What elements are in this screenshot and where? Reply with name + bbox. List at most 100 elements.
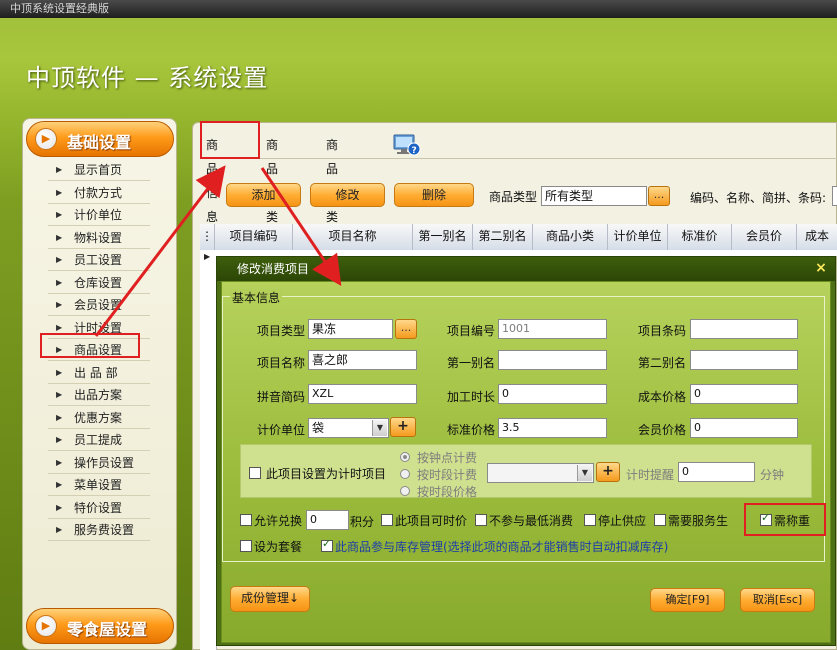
col-alias1[interactable]: 第一别名	[413, 224, 473, 250]
sidebar-item-output-plan[interactable]: ▶ 出品方案	[48, 384, 150, 406]
chevron-right-icon: ▶	[56, 210, 63, 219]
sidebar-item-menu-settings[interactable]: ▶ 菜单设置	[48, 474, 150, 496]
sidebar-footer-snack-settings[interactable]: ▶ 零食屋设置	[26, 608, 174, 644]
chevron-right-icon: ▶	[56, 165, 63, 174]
product-type-field[interactable]: 所有类型	[541, 186, 647, 206]
sidebar-item-special-price-settings[interactable]: ▶ 特价设置	[48, 497, 150, 519]
monitor-help-icon[interactable]: ?	[392, 132, 422, 158]
sidebar-item-member-settings[interactable]: ▶ 会员设置	[48, 294, 150, 316]
timing-reminder-field[interactable]: 0	[678, 462, 755, 482]
sidebar-item-pricing-units[interactable]: ▶ 计价单位	[48, 204, 150, 226]
radio-by-hour[interactable]	[400, 452, 410, 462]
sidebar-item-show-home[interactable]: ▶ 显示首页	[48, 159, 150, 181]
item-name-label: 项目名称	[257, 356, 306, 370]
chevron-right-icon: ▶	[56, 232, 63, 242]
sidebar-item-operator-settings[interactable]: ▶ 操作员设置	[48, 452, 150, 474]
search-input[interactable]	[832, 186, 837, 206]
col-alias2[interactable]: 第二别名	[473, 224, 533, 250]
dialog-title: 修改消费项目	[217, 257, 835, 281]
add-unit-button[interactable]: +	[390, 417, 416, 437]
sidebar-item-discount-plan[interactable]: ▶ 优惠方案	[48, 407, 150, 429]
col-std-price[interactable]: 标准价	[668, 224, 732, 250]
product-type-label: 商品类型	[489, 190, 538, 204]
alias1-field[interactable]	[498, 350, 607, 370]
tab-product-category[interactable]: 商品大类	[262, 133, 282, 224]
chevron-right-icon: ▶	[56, 480, 63, 489]
sidebar-item-staff-commission[interactable]: ▶ 员工提成	[48, 429, 150, 451]
alias1-label: 第一别名	[447, 356, 496, 370]
set-meal-checkbox[interactable]	[240, 540, 252, 552]
ok-button[interactable]: 确定[F9]	[650, 588, 725, 612]
sidebar-item-staff-settings[interactable]: ▶ 员工设置	[48, 249, 150, 271]
stop-supply-checkbox[interactable]	[584, 514, 596, 526]
sidebar-item-label: 计价单位	[74, 208, 123, 222]
points-label: 积分	[350, 515, 375, 529]
sidebar-item-label: 会员设置	[74, 298, 123, 312]
sidebar-header-basic-settings[interactable]: ▶ 基础设置	[26, 121, 174, 157]
col-member-price[interactable]: 会员价	[732, 224, 797, 250]
pinyin-field[interactable]: XZL	[308, 384, 417, 404]
member-price-field[interactable]: 0	[690, 418, 798, 438]
barcode-field[interactable]	[690, 319, 798, 339]
chevron-right-icon: ▶	[56, 300, 63, 309]
tab-product-subcategory[interactable]: 商品小类	[322, 133, 342, 224]
search-label: 编码、名称、简拼、条码:	[690, 191, 827, 205]
sidebar-item-label: 付款方式	[74, 185, 123, 200]
need-service-checkbox[interactable]	[654, 514, 666, 526]
add-button[interactable]: 添加	[226, 183, 301, 207]
radio-by-period[interactable]	[400, 469, 410, 479]
col-item-name[interactable]: 项目名称	[293, 224, 413, 250]
alias2-field[interactable]	[690, 350, 798, 370]
item-name-field[interactable]: 喜之郎	[308, 350, 417, 370]
delete-button[interactable]: 删除	[394, 183, 474, 207]
item-type-field[interactable]: 果冻	[308, 319, 393, 339]
inventory-label: 此商品参与库存管理(选择此项的商品才能销售时自动扣减库存)	[335, 540, 669, 554]
add-timing-period-button[interactable]: +	[596, 462, 620, 482]
item-no-field[interactable]: 1001	[498, 319, 607, 339]
process-time-label: 加工时长	[447, 390, 496, 404]
allow-exchange-label: 允许兑换	[254, 514, 303, 528]
no-min-consumption-checkbox[interactable]	[475, 514, 487, 526]
col-subcategory[interactable]: 商品小类	[533, 224, 608, 250]
timing-period-select[interactable]: ▼	[487, 463, 594, 483]
dialog-close-button[interactable]: ×	[813, 259, 829, 277]
std-price-label: 标准价格	[447, 423, 496, 437]
unit-select-value: 袋	[312, 421, 325, 435]
timing-item-checkbox[interactable]	[249, 467, 261, 479]
play-icon: ▶	[35, 128, 57, 150]
cost-price-field[interactable]: 0	[690, 384, 798, 404]
sidebar-item-output-dept[interactable]: ▶ 出 品 部	[48, 362, 150, 384]
barcode-label: 项目条码	[638, 324, 687, 338]
unit-select[interactable]: 袋 ▼	[308, 418, 389, 438]
component-management-button[interactable]: 成份管理↓	[230, 586, 310, 612]
time-price-checkbox[interactable]	[381, 514, 393, 526]
play-icon: ▶	[35, 615, 57, 637]
sidebar-item-warehouse-settings[interactable]: ▶ 仓库设置	[48, 272, 150, 294]
chevron-down-icon[interactable]: ▼	[372, 420, 387, 436]
current-row-arrow-icon: ▶	[204, 252, 211, 261]
item-type-label: 项目类型	[257, 324, 306, 338]
cost-price-label: 成本价格	[638, 390, 687, 404]
radio-by-period-price-label: 按时段价格	[417, 485, 478, 499]
window-title-bar: 中顶系统设置经典版	[0, 0, 837, 18]
process-time-field[interactable]: 0	[498, 384, 607, 404]
window-title: 中顶系统设置经典版	[10, 2, 109, 15]
inventory-checkbox[interactable]	[321, 537, 333, 552]
edit-button[interactable]: 修改	[310, 183, 385, 207]
exchange-points-field[interactable]: 0	[306, 510, 349, 530]
item-type-picker-button[interactable]: ...	[395, 319, 417, 339]
col-cost[interactable]: 成本	[797, 224, 837, 250]
sidebar-footer-label: 零食屋设置	[67, 620, 148, 639]
radio-by-period-price[interactable]	[400, 486, 410, 496]
cancel-button[interactable]: 取消[Esc]	[740, 588, 815, 612]
std-price-field[interactable]: 3.5	[498, 418, 607, 438]
product-type-picker-button[interactable]: ...	[648, 186, 670, 206]
col-unit[interactable]: 计价单位	[608, 224, 668, 250]
sidebar-item-payment-methods[interactable]: ▶ 付款方式	[48, 182, 150, 204]
sidebar-item-service-fee-settings[interactable]: ▶ 服务费设置	[48, 519, 150, 541]
col-item-code[interactable]: 项目编码	[215, 224, 293, 250]
need-service-label: 需要服务生	[668, 514, 729, 528]
chevron-down-icon[interactable]: ▼	[577, 465, 592, 481]
allow-exchange-checkbox[interactable]	[240, 514, 252, 526]
sidebar-item-material-settings[interactable]: ▶ 物料设置	[48, 227, 150, 249]
